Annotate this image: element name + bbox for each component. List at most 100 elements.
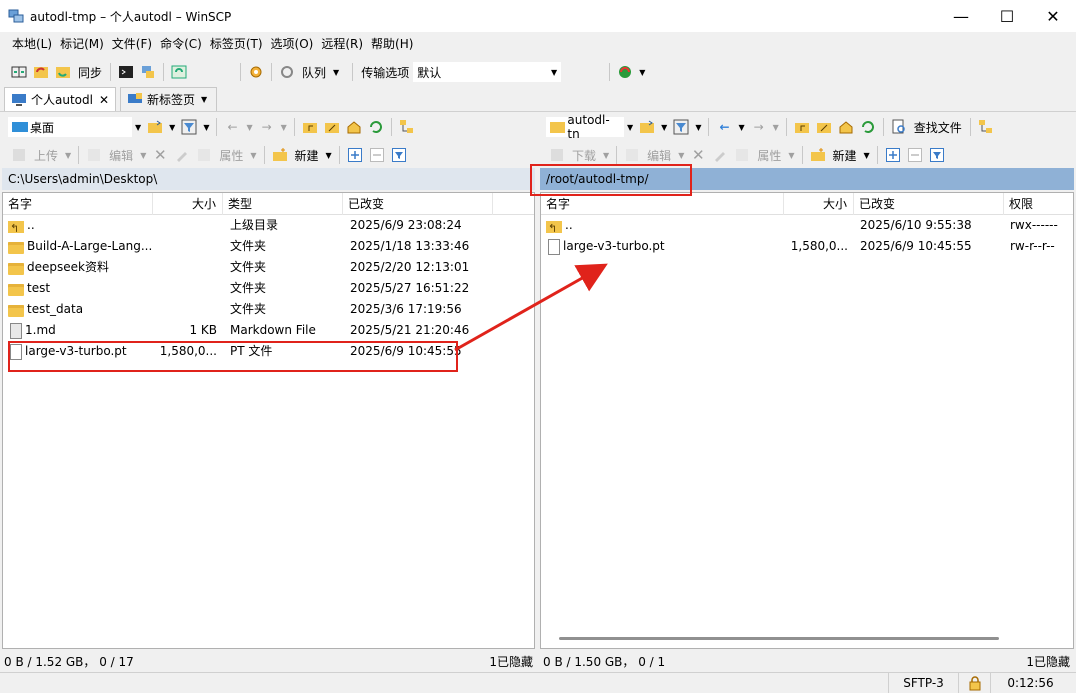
new-button[interactable]: 新建 [295,147,319,164]
tab-session-autodl[interactable]: 个人autodl ✕ [4,87,117,111]
upload-icon[interactable] [10,146,28,164]
chevron-down-icon[interactable]: ▼ [326,151,332,160]
chevron-down-icon[interactable]: ▼ [201,95,207,104]
download-icon[interactable] [548,146,566,164]
chevron-down-icon[interactable]: ▼ [135,123,141,132]
left-file-panel[interactable]: ^ 名字 大小 类型 已改变 .. 上级目录 2025/6/9 23:08:24 Bu… [2,192,535,649]
synchronize-label[interactable]: 同步 [78,64,102,81]
menu-files[interactable]: 文件(F) [108,34,156,54]
chevron-down-icon[interactable]: ▼ [627,123,633,132]
upload-button[interactable]: 上传 [34,147,58,164]
refresh-icon[interactable] [367,118,385,136]
compare-dirs-icon[interactable] [10,63,28,81]
col-modified[interactable]: 已改变 [343,193,493,215]
transfer-settings-select[interactable]: 默认 ▼ [413,62,562,82]
col-name[interactable]: 名字 [541,193,784,215]
table-row[interactable]: Build-A-Large-Lang... 文件夹 2025/1/18 13:33:… [3,236,534,257]
parent-dir-icon[interactable] [301,118,319,136]
edit-icon[interactable] [85,146,103,164]
col-size[interactable]: 大小 [784,193,854,215]
chevron-down-icon[interactable]: ▼ [678,151,684,160]
preferences-gear-icon[interactable] [247,63,265,81]
left-drive-select[interactable]: 桌面 [8,117,132,137]
col-modified[interactable]: 已改变 [854,193,1004,215]
properties-icon[interactable] [733,146,751,164]
synchronize-icon[interactable] [54,63,72,81]
right-dir-select[interactable]: autodl-tn [546,113,624,141]
tree-view-icon[interactable] [977,118,995,136]
delete-icon[interactable]: ✕ [689,146,707,164]
chevron-down-icon[interactable]: ▼ [639,68,645,77]
select-all-plus-icon[interactable] [346,146,364,164]
root-dir-icon[interactable] [815,118,833,136]
chevron-down-icon[interactable]: ▼ [773,123,779,132]
rename-icon[interactable] [711,146,729,164]
menu-remote[interactable]: 远程(R) [317,34,367,54]
home-icon[interactable] [345,118,363,136]
col-rights[interactable]: 权限 [1004,193,1073,215]
chevron-down-icon[interactable]: ▼ [140,151,146,160]
close-tab-icon[interactable]: ✕ [99,93,109,107]
chevron-down-icon[interactable]: ▼ [65,151,71,160]
chevron-down-icon[interactable]: ▼ [250,151,256,160]
queue-label[interactable]: 队列 [302,64,326,81]
reconnect-icon[interactable] [616,63,634,81]
right-file-panel[interactable]: 名字 大小 已改变 权限 .. 2025/6/10 9:55:38 rwx-----… [540,192,1074,649]
queue-icon[interactable] [278,63,296,81]
edit-button[interactable]: 编辑 [109,147,133,164]
open-folder-icon[interactable] [146,118,164,136]
forward-arrow-icon[interactable]: → [750,118,768,136]
table-row[interactable]: 1.md 1 KB Markdown File 2025/5/21 21:20:46 [3,320,534,341]
delete-icon[interactable]: ✕ [151,146,169,164]
col-size[interactable]: 大小 [153,193,223,215]
chevron-down-icon[interactable]: ▼ [246,123,252,132]
properties-button[interactable]: 属性 [219,147,243,164]
new-folder-icon[interactable] [271,146,289,164]
table-row[interactable]: large-v3-turbo.pt 1,580,0... 2025/6/9 10:4… [541,236,1073,257]
left-path-bar[interactable]: C:\Users\admin\Desktop\ [2,168,535,190]
home-icon[interactable] [837,118,855,136]
chevron-down-icon[interactable]: ▼ [169,123,175,132]
unselect-minus-icon[interactable] [368,146,386,164]
filter-icon[interactable] [180,118,198,136]
tab-new[interactable]: 新标签页 ▼ [120,87,218,111]
horizontal-scrollbar[interactable] [559,637,999,640]
menu-tabs[interactable]: 标签页(T) [206,34,267,54]
table-row[interactable]: large-v3-turbo.pt 1,580,0... PT 文件 2025/6/9… [3,341,534,362]
refresh-session-icon[interactable] [170,63,188,81]
chevron-down-icon[interactable]: ▼ [333,68,339,77]
select-all-plus-icon[interactable] [884,146,902,164]
chevron-down-icon[interactable]: ▼ [661,123,667,132]
table-row[interactable]: test_data 文件夹 2025/3/6 17:19:56 [3,299,534,320]
open-folder-icon[interactable] [638,118,656,136]
terminal-icon[interactable] [117,63,135,81]
synchronize-browse-icon[interactable] [32,63,50,81]
download-button[interactable]: 下载 [572,147,596,164]
back-arrow-icon[interactable]: ← [223,118,241,136]
col-type[interactable]: 类型 [223,193,343,215]
root-dir-icon[interactable] [323,118,341,136]
table-row[interactable]: deepseek资料 文件夹 2025/2/20 12:13:01 [3,257,534,278]
filter-select-icon[interactable] [390,146,408,164]
table-row[interactable]: .. 上级目录 2025/6/9 23:08:24 [3,215,534,236]
filter-icon[interactable] [672,118,690,136]
back-arrow-icon[interactable]: ← [715,118,733,136]
left-hidden-count[interactable]: 1已隐藏 [489,653,533,670]
unselect-minus-icon[interactable] [906,146,924,164]
properties-button[interactable]: 属性 [757,147,781,164]
menu-help[interactable]: 帮助(H) [367,34,417,54]
chevron-down-icon[interactable]: ▼ [603,151,609,160]
menu-options[interactable]: 选项(O) [267,34,318,54]
menu-local[interactable]: 本地(L) [8,34,56,54]
table-row[interactable]: test 文件夹 2025/5/27 16:51:22 [3,278,534,299]
chevron-down-icon[interactable]: ▼ [203,123,209,132]
chevron-down-icon[interactable]: ▼ [788,151,794,160]
find-files-button[interactable]: 查找文件 [914,119,962,136]
new-folder-icon[interactable] [809,146,827,164]
right-path-bar[interactable]: /root/autodl-tmp/ [540,168,1074,190]
right-hidden-count[interactable]: 1已隐藏 [1026,653,1070,670]
edit-button[interactable]: 编辑 [647,147,671,164]
close-button[interactable]: ✕ [1030,0,1076,32]
parent-dir-icon[interactable] [793,118,811,136]
minimize-button[interactable]: — [938,0,984,32]
